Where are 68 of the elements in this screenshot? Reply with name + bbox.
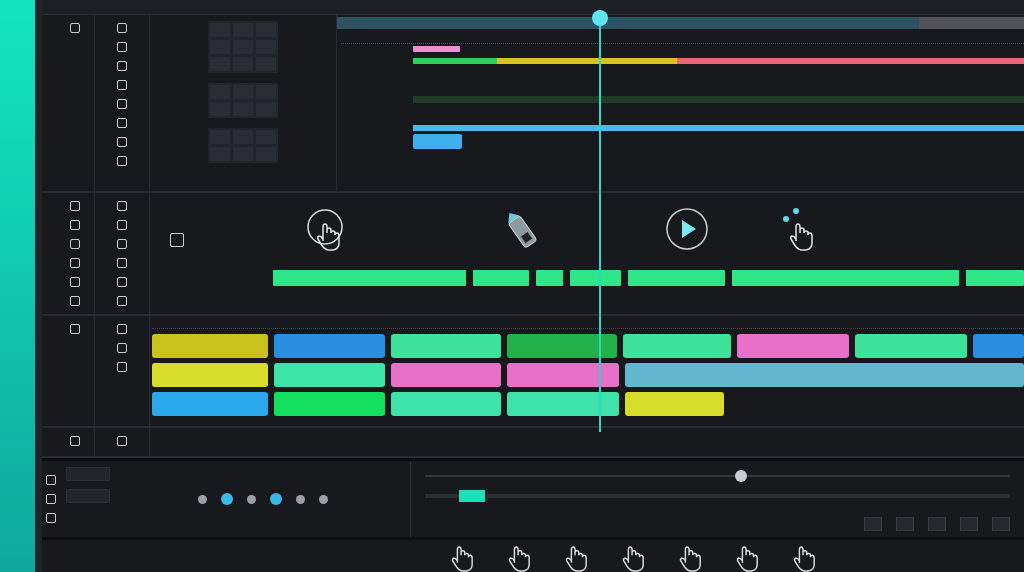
timeline-clip[interactable] bbox=[391, 391, 501, 416]
video-clip[interactable] bbox=[413, 133, 462, 149]
track-icon[interactable] bbox=[117, 136, 127, 147]
track-icon[interactable] bbox=[117, 155, 127, 166]
control-dot[interactable] bbox=[296, 494, 305, 504]
timeline-clip[interactable] bbox=[152, 362, 268, 387]
marker-clip[interactable] bbox=[413, 45, 460, 52]
track-icon[interactable] bbox=[117, 361, 127, 372]
track-icon[interactable] bbox=[117, 257, 127, 268]
hand-cursor-icon bbox=[507, 546, 531, 572]
label-field[interactable] bbox=[66, 489, 110, 503]
track-icon[interactable] bbox=[69, 200, 80, 211]
timeline-clip[interactable] bbox=[274, 362, 385, 387]
label-field[interactable] bbox=[66, 467, 110, 481]
track-icon[interactable] bbox=[69, 257, 80, 268]
track-icon[interactable] bbox=[69, 238, 80, 249]
track-icon[interactable] bbox=[117, 22, 127, 33]
slider-thumb[interactable] bbox=[734, 470, 747, 482]
track-icon[interactable] bbox=[117, 295, 127, 306]
track-icon[interactable] bbox=[69, 295, 80, 306]
timeline-clip[interactable] bbox=[973, 333, 1024, 358]
timeline-clip[interactable] bbox=[391, 333, 501, 358]
track-icon[interactable] bbox=[69, 436, 80, 447]
track-icon[interactable] bbox=[117, 60, 127, 71]
audio-clip[interactable] bbox=[966, 270, 1024, 287]
control-dot[interactable] bbox=[198, 494, 207, 504]
track-icon[interactable] bbox=[117, 117, 127, 128]
timeline-clip[interactable] bbox=[737, 333, 849, 358]
track-icon[interactable] bbox=[117, 79, 127, 90]
timeline-clip[interactable] bbox=[274, 333, 385, 358]
track-icon[interactable] bbox=[117, 342, 127, 353]
track-icon[interactable] bbox=[69, 276, 80, 287]
track-icon[interactable] bbox=[117, 323, 127, 334]
track-icon[interactable] bbox=[117, 238, 127, 249]
hand-cursor-icon bbox=[450, 546, 474, 572]
timeline-clip[interactable] bbox=[855, 333, 967, 358]
control-dot[interactable] bbox=[247, 494, 256, 504]
audio-clip[interactable] bbox=[536, 270, 563, 287]
scroll-bar[interactable] bbox=[337, 16, 1024, 29]
track-icon[interactable] bbox=[117, 219, 127, 230]
track-icon[interactable] bbox=[117, 41, 127, 52]
timeline-clip[interactable] bbox=[625, 362, 1024, 387]
timeline-clip[interactable] bbox=[391, 362, 501, 387]
track-icon[interactable] bbox=[69, 219, 80, 230]
hand-cursor-icon bbox=[564, 546, 588, 572]
hand-cursor-icon bbox=[678, 546, 702, 572]
hand-cursor-icon bbox=[735, 546, 759, 572]
timeline-clip[interactable] bbox=[152, 391, 268, 416]
timeline-clip[interactable] bbox=[623, 333, 731, 358]
audio-clip[interactable] bbox=[732, 270, 959, 287]
track-icon[interactable] bbox=[69, 323, 80, 334]
track-icon[interactable] bbox=[117, 200, 127, 211]
track-icon[interactable] bbox=[117, 276, 127, 287]
audio-clip[interactable] bbox=[473, 270, 529, 287]
audio-clip[interactable] bbox=[628, 270, 725, 287]
track-icon[interactable] bbox=[117, 436, 127, 447]
track-icon[interactable] bbox=[69, 22, 80, 33]
play-button[interactable] bbox=[270, 493, 282, 505]
play-icon[interactable] bbox=[665, 206, 709, 251]
hand-cursor-icon bbox=[621, 546, 645, 572]
hand-cursor-icon bbox=[792, 546, 816, 572]
record-button[interactable] bbox=[221, 493, 233, 505]
audio-clip[interactable] bbox=[273, 270, 466, 287]
timeline-clip[interactable] bbox=[152, 333, 268, 358]
timeline-clip[interactable] bbox=[274, 391, 385, 416]
track-icon[interactable] bbox=[117, 98, 127, 109]
timeline-clip[interactable] bbox=[625, 391, 724, 416]
slider-handle[interactable] bbox=[458, 490, 485, 502]
